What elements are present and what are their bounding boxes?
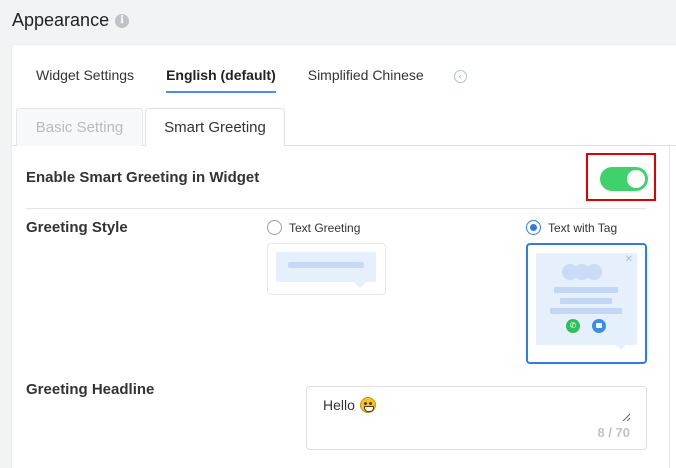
radio-text-greeting[interactable]: Text Greeting — [267, 220, 360, 235]
section-divider — [26, 208, 646, 209]
chevron-left-icon[interactable]: ‹ — [453, 69, 467, 83]
preview-avatar — [586, 264, 602, 280]
preview-bubble-tail — [354, 282, 366, 288]
preview-bubble — [276, 252, 376, 282]
tab-english-default[interactable]: English (default) — [166, 67, 276, 93]
panel-border — [669, 146, 670, 468]
tab-smart-greeting[interactable]: Smart Greeting — [145, 108, 285, 147]
preview-bubble-tail — [616, 345, 626, 350]
radio-button-checked[interactable] — [526, 220, 541, 235]
headline-value: Hello — [323, 397, 376, 413]
radio-text-with-tag[interactable]: Text with Tag — [526, 220, 617, 235]
grinning-face-emoji-icon — [359, 397, 376, 413]
radio-label: Text Greeting — [289, 220, 361, 235]
page-title-text: Appearance — [12, 10, 110, 30]
preview-card: ✕ ✆ — [536, 253, 637, 345]
resize-handle-icon[interactable] — [622, 413, 630, 421]
chat-icon — [592, 319, 606, 333]
text-greeting-preview[interactable] — [267, 243, 386, 295]
enable-smart-greeting-toggle[interactable] — [600, 167, 648, 191]
headline-text: Hello — [323, 397, 355, 413]
phone-icon: ✆ — [566, 319, 580, 333]
preview-text-bar — [288, 262, 364, 268]
tab-basic-setting[interactable]: Basic Setting — [16, 108, 143, 146]
page-title: Appearance i — [12, 10, 130, 31]
preview-text-bar — [560, 298, 612, 304]
greeting-headline-input[interactable]: Hello 8 / 70 — [306, 386, 647, 450]
toggle-highlight-box — [586, 153, 656, 201]
greeting-headline-label: Greeting Headline — [26, 381, 155, 398]
radio-label: Text with Tag — [548, 220, 618, 235]
enable-smart-greeting-label: Enable Smart Greeting in Widget — [26, 169, 260, 186]
preview-text-bar — [554, 287, 618, 293]
character-counter: 8 / 70 — [597, 425, 630, 440]
preview-text-bar — [550, 308, 622, 314]
tab-simplified-chinese[interactable]: Simplified Chinese — [308, 67, 424, 93]
info-icon[interactable]: i — [115, 13, 130, 28]
tab-widget-settings[interactable]: Widget Settings — [36, 67, 134, 93]
close-icon: ✕ — [624, 254, 633, 265]
language-tabs: Widget Settings English (default) Simpli… — [36, 67, 467, 93]
text-with-tag-preview[interactable]: ✕ ✆ — [526, 243, 647, 364]
radio-button[interactable] — [267, 220, 282, 235]
greeting-style-label: Greeting Style — [26, 219, 128, 236]
settings-card: Widget Settings English (default) Simpli… — [11, 44, 676, 468]
toggle-knob — [627, 170, 645, 188]
sub-tabs: Basic Setting Smart Greeting — [12, 108, 676, 147]
